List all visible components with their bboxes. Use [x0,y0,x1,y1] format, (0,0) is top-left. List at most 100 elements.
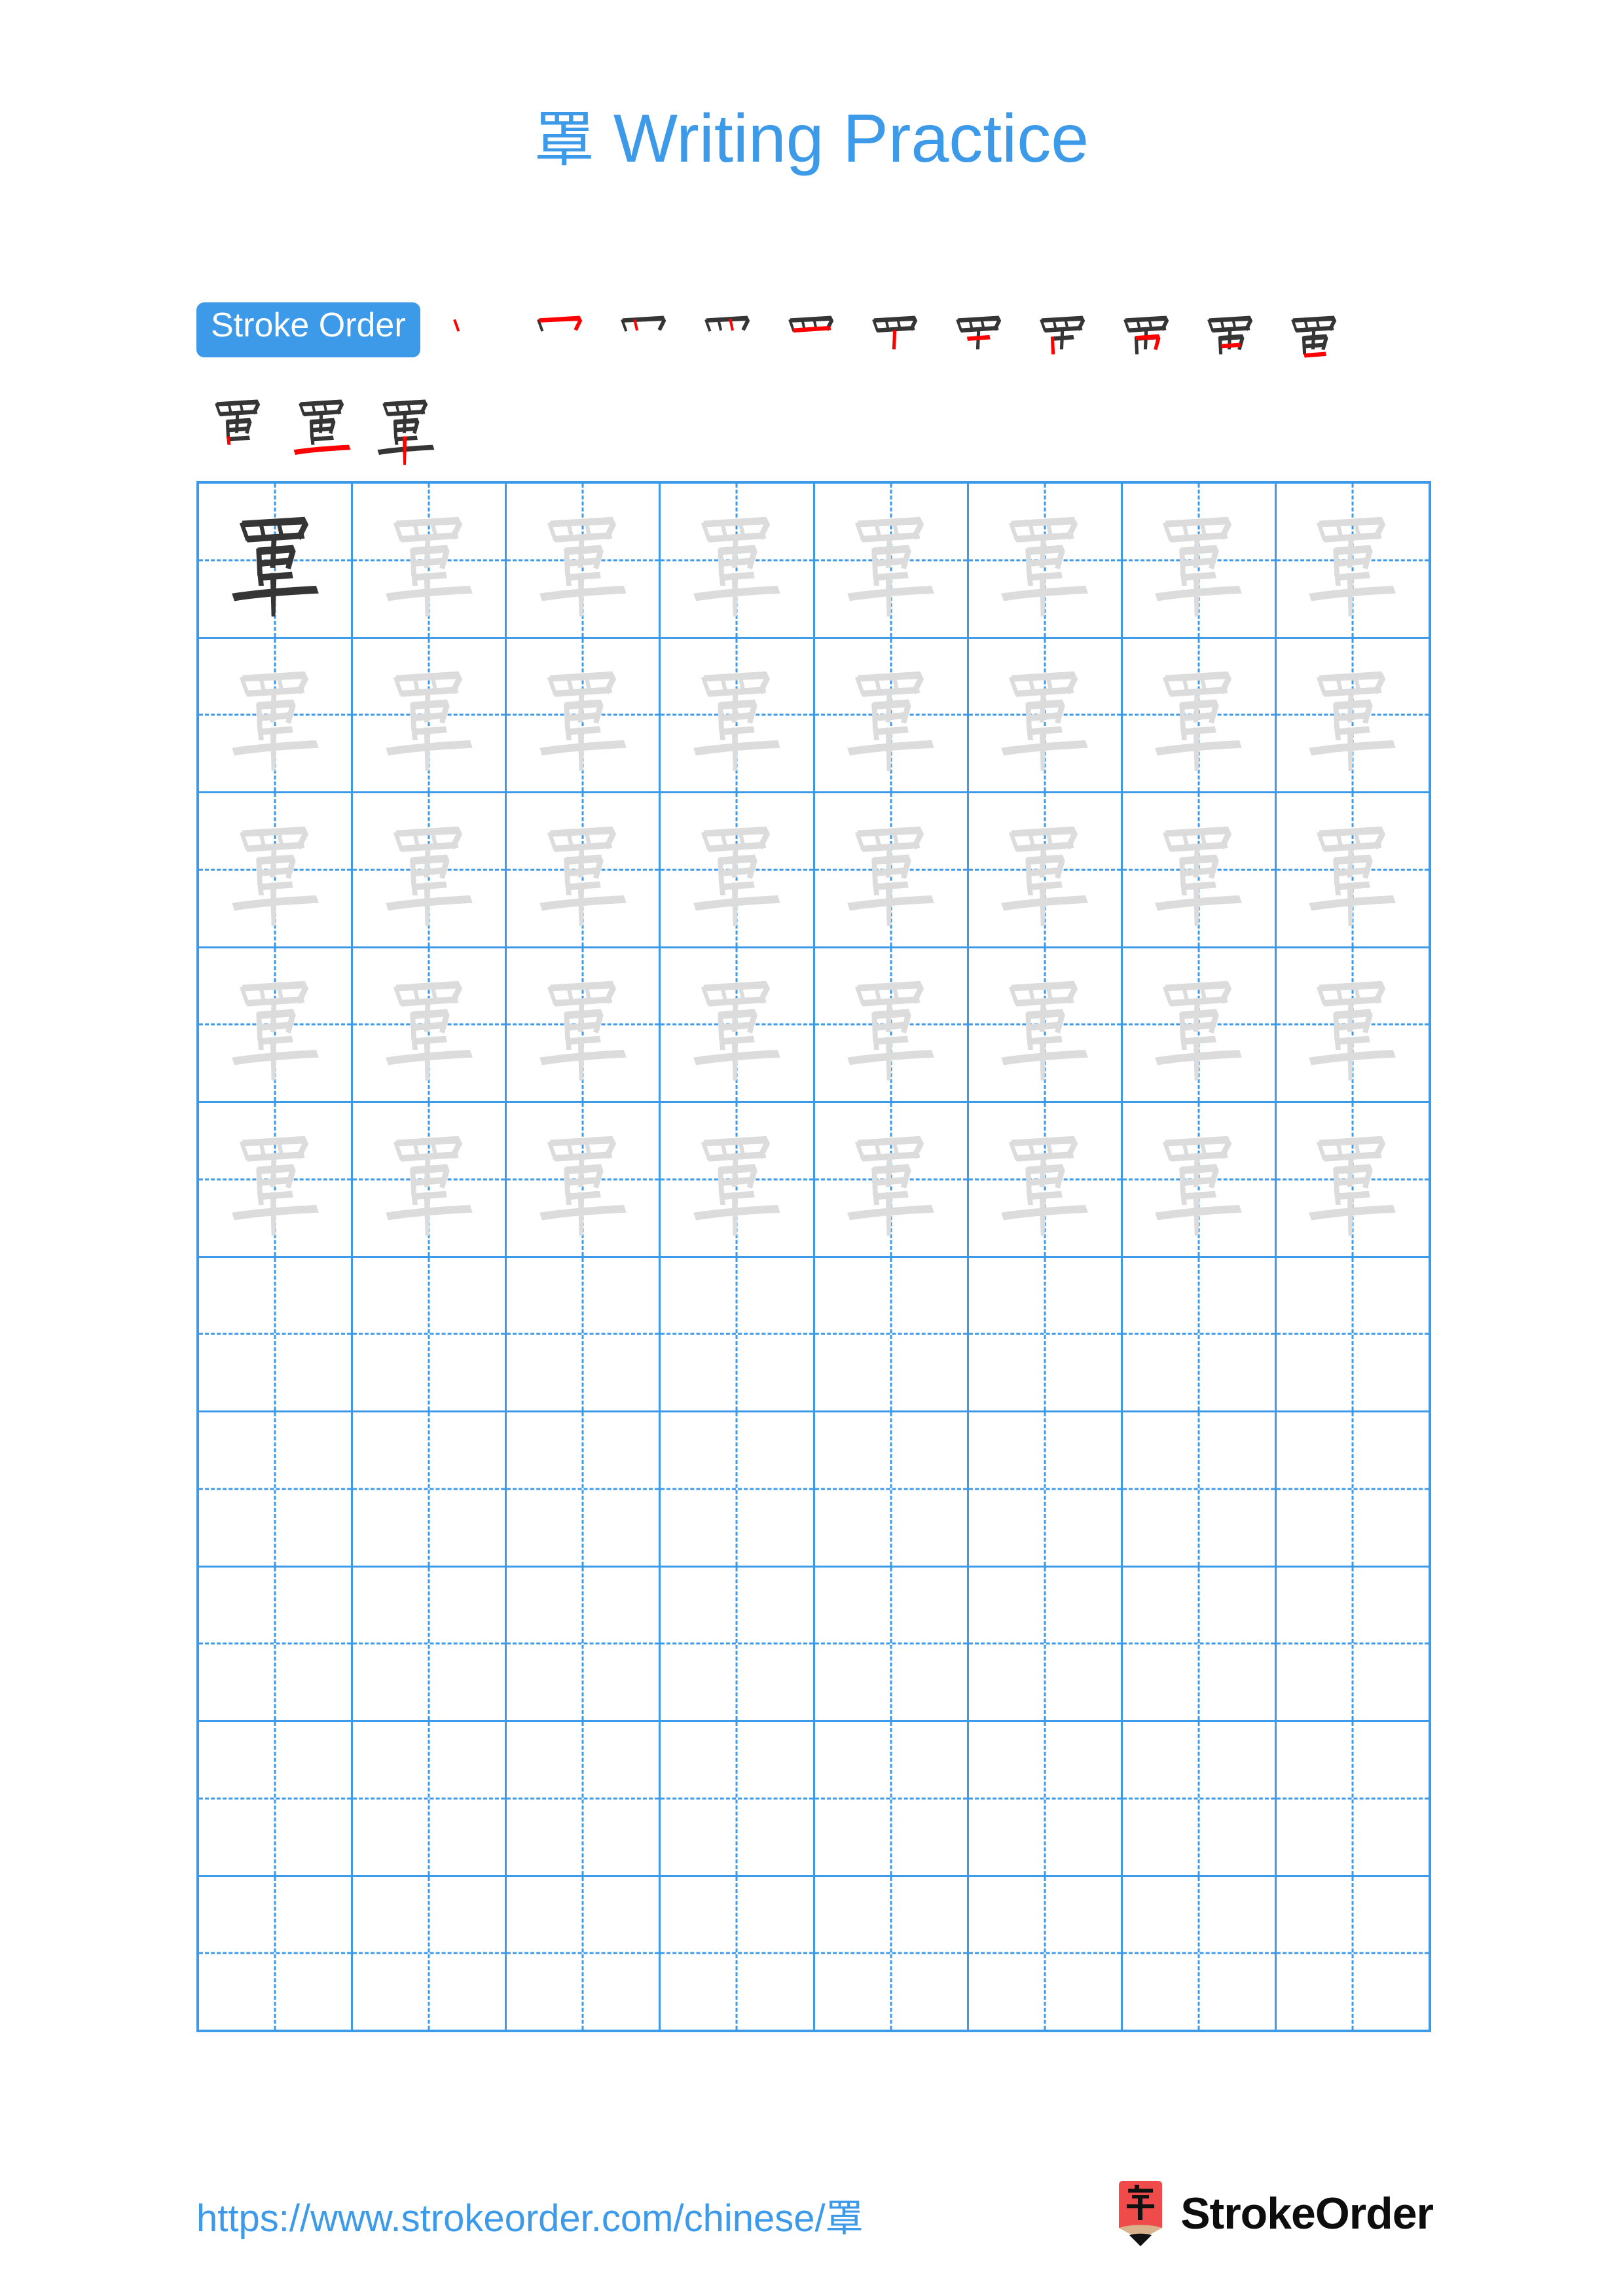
practice-cell-tracing[interactable] [353,1103,507,1256]
practice-cell-tracing[interactable] [1123,638,1277,791]
practice-cell-blank[interactable] [661,1722,815,1875]
practice-cell-tracing[interactable] [815,484,969,637]
stroke-step-4 [686,302,770,386]
tracing-character [1277,484,1429,637]
practice-cell-tracing[interactable] [969,948,1123,1102]
practice-cell-tracing[interactable] [199,793,354,946]
practice-cell-blank[interactable] [1277,1412,1429,1566]
tracing-character [815,484,967,637]
practice-cell-tracing[interactable] [1123,793,1277,946]
practice-cell-tracing[interactable] [1277,793,1429,946]
practice-grid-row [199,1257,1429,1412]
practice-cell-blank[interactable] [353,1567,507,1720]
tracing-character [507,639,659,792]
practice-cell-tracing[interactable] [353,948,507,1101]
practice-cell-tracing[interactable] [1277,484,1429,637]
tracing-character [199,639,351,792]
tracing-character [1123,948,1275,1102]
practice-cell-tracing[interactable] [969,638,1123,792]
practice-cell-blank[interactable] [969,1876,1123,2030]
practice-cell-blank[interactable] [969,1567,1123,1720]
practice-cell-tracing[interactable] [815,948,969,1102]
practice-cell-blank[interactable] [353,1257,507,1410]
practice-cell-tracing[interactable] [661,948,815,1101]
tracing-character [969,639,1121,792]
practice-grid-row [199,1876,1429,2030]
practice-cell-tracing[interactable] [353,793,507,946]
practice-cell-tracing[interactable] [1123,1103,1277,1256]
practice-cell-blank[interactable] [507,1567,661,1720]
practice-cell-blank[interactable] [353,1412,507,1566]
practice-cell-tracing[interactable] [815,793,969,946]
practice-cell-tracing[interactable] [661,484,815,637]
practice-cell-tracing[interactable] [815,1103,969,1256]
practice-cell-blank[interactable] [815,1412,969,1566]
practice-cell-blank[interactable] [815,1722,969,1875]
stroke-step-14-new-stroke [402,436,407,465]
practice-cell-tracing[interactable] [1123,948,1277,1102]
practice-cell-blank[interactable] [353,1876,507,2030]
tracing-character [815,793,967,946]
footer-url-link[interactable]: https://www.strokeorder.com/chinese/罩 [196,2187,864,2242]
practice-cell-tracing[interactable] [661,638,815,791]
practice-cell-blank[interactable] [199,1412,354,1566]
practice-cell-blank[interactable] [1123,1722,1277,1875]
practice-cell-tracing[interactable] [507,638,661,792]
practice-cell-blank[interactable] [1277,1568,1429,1721]
practice-cell-blank[interactable] [1123,1257,1277,1410]
practice-cell-tracing[interactable] [353,638,507,792]
practice-cell-blank[interactable] [199,1567,354,1720]
practice-cell-blank[interactable] [1277,1258,1429,1411]
practice-cell-blank[interactable] [969,1257,1123,1410]
practice-cell-blank[interactable] [815,1257,969,1410]
practice-cell-blank[interactable] [815,1876,969,2030]
brand-logo[interactable]: StrokeOrder [1115,2179,1434,2248]
practice-cell-blank[interactable] [1123,1876,1277,2030]
practice-cell-blank[interactable] [815,1567,969,1720]
practice-cell-blank[interactable] [1277,1877,1429,2030]
practice-cell-tracing[interactable] [815,638,969,791]
practice-cell-tracing[interactable] [353,484,507,637]
practice-cell-tracing[interactable] [969,1103,1123,1256]
practice-cell-blank[interactable] [199,1257,354,1410]
practice-cell-blank[interactable] [661,1412,815,1566]
practice-cell-blank[interactable] [1277,1722,1429,1875]
practice-cell-blank[interactable] [661,1876,815,2030]
practice-cell-tracing[interactable] [969,484,1123,637]
practice-cell-tracing[interactable] [507,793,661,946]
practice-cell-blank[interactable] [199,1876,354,2030]
practice-cell-tracing[interactable] [1123,484,1277,637]
practice-cell-tracing[interactable] [199,638,354,792]
practice-cell-tracing[interactable] [661,793,815,946]
practice-cell-blank[interactable] [1123,1412,1277,1566]
practice-cell-tracing[interactable] [507,948,661,1101]
stroke-step-7-new-stroke [966,334,991,341]
practice-cell-blank[interactable] [507,1722,661,1875]
practice-cell-blank[interactable] [507,1257,661,1410]
stroke-step-10-new-stroke [1220,342,1241,349]
practice-cell-blank[interactable] [1123,1567,1277,1720]
practice-cell-tracing[interactable] [507,484,661,637]
practice-cell-tracing[interactable] [1277,948,1429,1102]
practice-cell-model[interactable] [199,484,354,637]
practice-cell-blank[interactable] [661,1257,815,1410]
stroke-step-13 [280,386,364,470]
tracing-character [815,948,967,1102]
practice-cell-blank[interactable] [661,1567,815,1720]
practice-cell-blank[interactable] [969,1722,1123,1875]
tracing-character [353,639,505,792]
practice-cell-blank[interactable] [353,1722,507,1875]
practice-cell-blank[interactable] [507,1876,661,2030]
practice-cell-tracing[interactable] [969,793,1123,946]
practice-cell-blank[interactable] [969,1412,1123,1566]
practice-cell-tracing[interactable] [507,1103,661,1256]
practice-cell-tracing[interactable] [661,1103,815,1256]
practice-cell-blank[interactable] [507,1412,661,1566]
practice-cell-tracing[interactable] [1277,639,1429,792]
tracing-character [969,1103,1121,1256]
tracing-character [969,948,1121,1102]
practice-cell-blank[interactable] [199,1722,354,1875]
practice-cell-tracing[interactable] [199,1103,354,1256]
practice-cell-tracing[interactable] [199,948,354,1101]
practice-cell-tracing[interactable] [1277,1103,1429,1256]
